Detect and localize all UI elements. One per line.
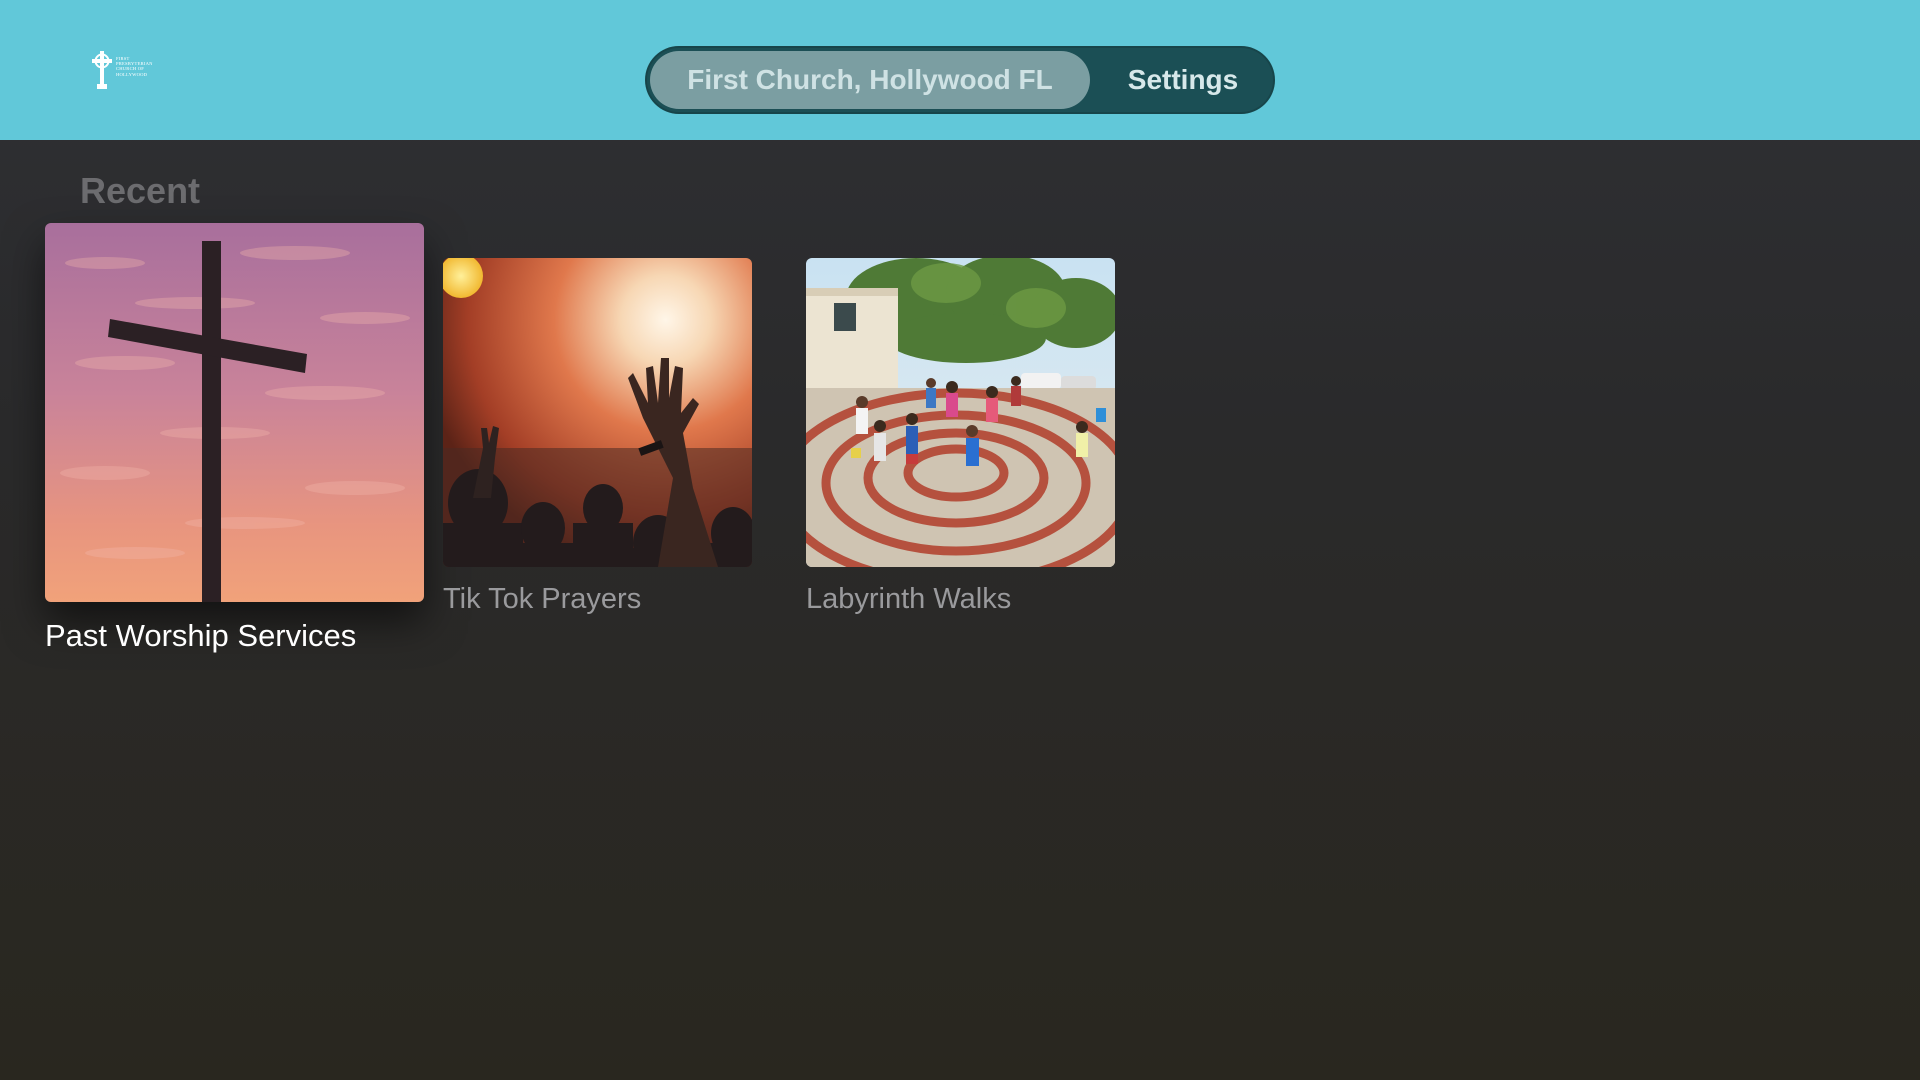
celtic-cross-icon — [92, 51, 112, 89]
tab-label: Settings — [1127, 64, 1239, 95]
tile-title: Tik Tok Prayers — [443, 583, 642, 615]
tile-labyrinth-walks[interactable]: Labyrinth Walks — [806, 258, 1115, 628]
tile-title: Past Worship Services — [45, 618, 357, 653]
tab-bar: First Church, Hollywood FL Settings — [645, 46, 1275, 114]
logo-text: FIRST PRESBYTERIAN CHURCH OF HOLLYWOOD — [116, 56, 153, 77]
cross-sunset-image — [45, 223, 424, 602]
tab-label: First Church, Hollywood FL — [687, 64, 1053, 95]
worship-concert-image — [443, 258, 752, 567]
top-bar: FIRST PRESBYTERIAN CHURCH OF HOLLYWOOD F… — [0, 0, 1920, 140]
tab-first-church[interactable]: First Church, Hollywood FL — [650, 51, 1090, 109]
tile-past-worship-services[interactable]: Past Worship Services — [45, 223, 424, 663]
tile-title: Labyrinth Walks — [806, 583, 1012, 615]
church-logo: FIRST PRESBYTERIAN CHURCH OF HOLLYWOOD — [90, 50, 165, 90]
children-labyrinth-image — [806, 258, 1115, 567]
logo-line: HOLLYWOOD — [116, 71, 148, 77]
section-title-recent: Recent — [80, 170, 201, 211]
tab-settings[interactable]: Settings — [1095, 51, 1271, 109]
tile-tik-tok-prayers[interactable]: Tik Tok Prayers — [443, 258, 752, 628]
